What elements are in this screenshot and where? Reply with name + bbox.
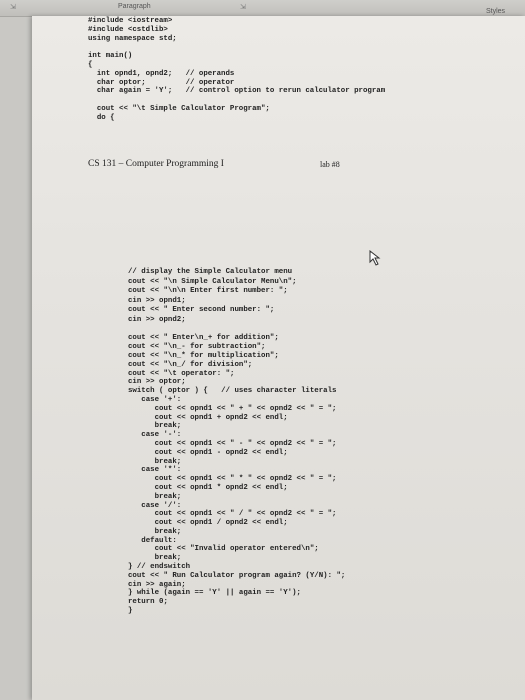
code-line: cout << opnd1 << " - " << opnd2 << " = "… [128,439,337,448]
code-line: cin >> opnd2; [128,315,186,324]
code-line: do { [88,113,115,122]
code-line: cout << " Run Calculator program again? … [128,571,346,580]
course-title: CS 131 – Computer Programming I [88,159,224,169]
dialog-launcher-icon[interactable]: ⇲ [240,3,246,11]
code-line: cout << "\n_/ for division"; [128,360,253,369]
code-line: { [88,60,93,69]
code-line: cout << "\t operator: "; [128,369,235,378]
code-line: cin >> opnd1; [128,296,186,305]
code-line: cout << opnd1 + opnd2 << endl; [128,413,288,422]
code-line: default: [128,536,177,545]
code-line: char again = 'Y'; // control option to r… [88,87,386,96]
code-line: cout << opnd1 << " + " << opnd2 << " = "… [128,404,337,413]
mouse-pointer-icon [369,250,381,266]
code-line: cout << "Invalid operator entered\n"; [128,545,319,554]
lab-number: lab #8 [320,160,340,169]
code-line: #include <iostream> [88,17,173,25]
page-header: CS 131 – Computer Programming I lab #8 [88,159,418,169]
code-line: cin >> optor; [128,378,186,387]
code-line: #include <cstdlib> [88,25,168,34]
code-line: using namespace std; [88,34,177,43]
code-line: cout << "\n_* for multiplication"; [128,351,279,360]
ribbon-bar: ⇲ Paragraph ⇲ Styles [0,0,525,17]
code-line: case '*': [128,466,182,475]
code-line: case '-': [128,431,182,440]
code-line: cout << "\n Simple Calculator Menu\n"; [128,277,297,286]
code-line: cout << opnd1 * opnd2 << endl; [128,483,288,492]
code-line: break; [128,492,182,501]
code-line: } // endswitch [128,563,191,572]
code-line: cout << opnd1 - opnd2 << endl; [128,448,288,457]
code-line: cout << opnd1 / opnd2 << endl; [128,519,288,528]
code-line: cout << " Enter second number: "; [128,306,275,315]
code-block-bottom: // display the Simple Calculator menu cou… [128,268,345,616]
code-line: cout << " Enter\n_+ for addition"; [128,334,279,343]
code-line: int opnd1, opnd2; // operands [88,69,235,78]
code-line: return 0; [128,598,168,607]
code-line: cout << "\t Simple Calculator Program"; [88,104,270,113]
ribbon-group-paragraph: Paragraph [118,3,151,10]
code-line: switch ( optor ) { // uses character lit… [128,387,337,396]
code-line: case '+': [128,395,182,404]
code-line: break; [128,457,182,466]
code-line: break; [128,527,182,536]
ribbon-group-styles: Styles [486,8,506,15]
code-line: cout << opnd1 << " * " << opnd2 << " = "… [128,475,337,484]
code-line: } while (again == 'Y' || again == 'Y'); [128,589,301,598]
code-line: // display the Simple Calculator menu [128,268,293,276]
code-line: break; [128,554,182,563]
code-line: case '/': [128,501,182,510]
code-line: cin >> again; [128,580,186,589]
code-block-top: #include <iostream> #include <cstdlib> usi… [88,17,385,123]
code-line: break; [128,422,182,431]
code-line: cout << "\n\n Enter first number: "; [128,287,288,296]
code-line: } [128,607,133,616]
code-line: cout << opnd1 << " / " << opnd2 << " = "… [128,510,337,519]
code-line: cout << "\n_- for subtraction"; [128,343,266,352]
code-line: char optor; // operator [88,78,235,87]
code-line: int main() [88,52,133,61]
dialog-launcher-icon[interactable]: ⇲ [10,3,16,11]
